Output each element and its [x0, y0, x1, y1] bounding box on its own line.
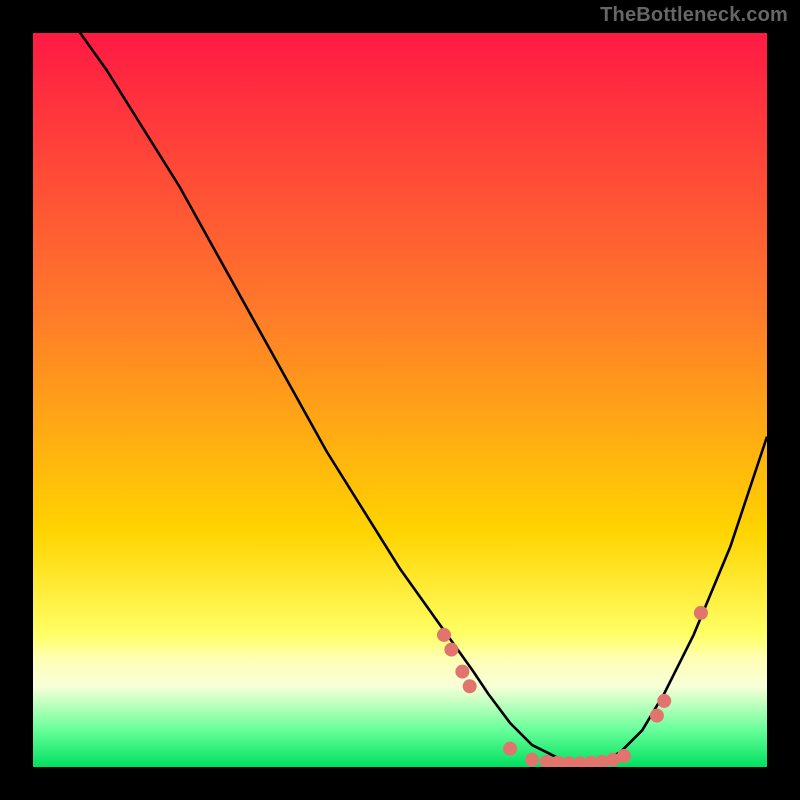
curve-layer — [33, 33, 767, 767]
data-marker — [444, 643, 458, 657]
data-marker — [694, 606, 708, 620]
bottleneck-curve — [33, 33, 767, 763]
chart-frame: TheBottleneck.com — [0, 0, 800, 800]
data-marker — [463, 679, 477, 693]
data-marker — [455, 665, 469, 679]
plot-area — [33, 33, 767, 767]
data-marker — [650, 709, 664, 723]
data-marker — [437, 628, 451, 642]
data-marker — [525, 753, 539, 767]
data-marker — [617, 749, 631, 763]
attribution-label: TheBottleneck.com — [600, 4, 788, 27]
data-marker — [657, 694, 671, 708]
data-marker — [503, 742, 517, 756]
